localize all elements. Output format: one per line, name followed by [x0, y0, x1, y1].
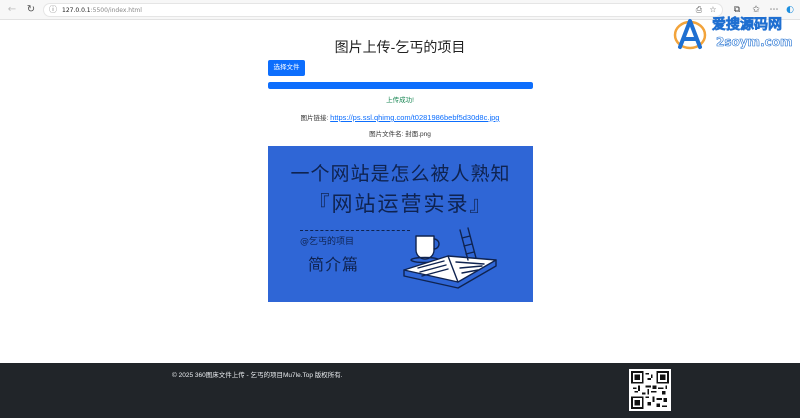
watermark: 爱搜源码网 2soym.com — [672, 15, 800, 51]
preview-author: @乞丐的项目 — [300, 237, 355, 247]
filename-row: 图片文件名: 封面.png — [0, 130, 800, 139]
info-icon[interactable]: ⓘ — [49, 5, 59, 15]
uploaded-image-preview: 一个网站是怎么被人熟知 『网站运营实录』 @乞丐的项目 简介篇 — [268, 146, 533, 302]
share-icon[interactable]: ⎙ — [694, 5, 704, 15]
image-link[interactable]: https://ps.ssl.qhimg.com/t0281986bebf5d3… — [330, 113, 499, 122]
filename-value: 封面.png — [405, 131, 431, 138]
upload-progress-bar — [268, 82, 533, 89]
watermark-logo-icon — [673, 19, 707, 50]
star-icon[interactable]: ☆ — [708, 5, 718, 15]
watermark-title: 爱搜源码网 — [712, 17, 783, 34]
page-footer: © 2025 360图床文件上传 - 乞丐的项目Mu7le.Top 版权所有. — [0, 363, 800, 418]
filename-label: 图片文件名: — [369, 131, 406, 138]
address-bar[interactable]: ⓘ 127.0.0.1:5500/index.html ⎙ ☆ — [43, 3, 723, 17]
footer-copyright: © 2025 360图床文件上传 - 乞丐的项目Mu7le.Top 版权所有. — [172, 372, 343, 379]
preview-headline: 一个网站是怎么被人熟知 — [290, 163, 511, 185]
preview-divider — [300, 230, 410, 231]
back-icon[interactable]: ← — [6, 4, 18, 16]
choose-file-button[interactable]: 选择文件 — [268, 60, 305, 76]
upload-status: 上传成功! — [386, 97, 414, 104]
preview-subtitle: 简介篇 — [308, 255, 360, 274]
book-coffee-illustration — [403, 227, 497, 289]
preview-title: 『网站运营实录』 — [308, 192, 493, 216]
reload-icon[interactable]: ↻ — [25, 4, 37, 16]
address-text[interactable]: 127.0.0.1:5500/index.html — [62, 5, 142, 16]
image-link-row: 图片链接: https://ps.ssl.qhimg.com/t0281986b… — [0, 113, 800, 123]
qr-code-image — [629, 369, 671, 411]
image-link-label: 图片链接: — [300, 115, 331, 122]
watermark-url: 2soym.com — [716, 35, 793, 50]
upload-progress-fill — [268, 82, 533, 89]
